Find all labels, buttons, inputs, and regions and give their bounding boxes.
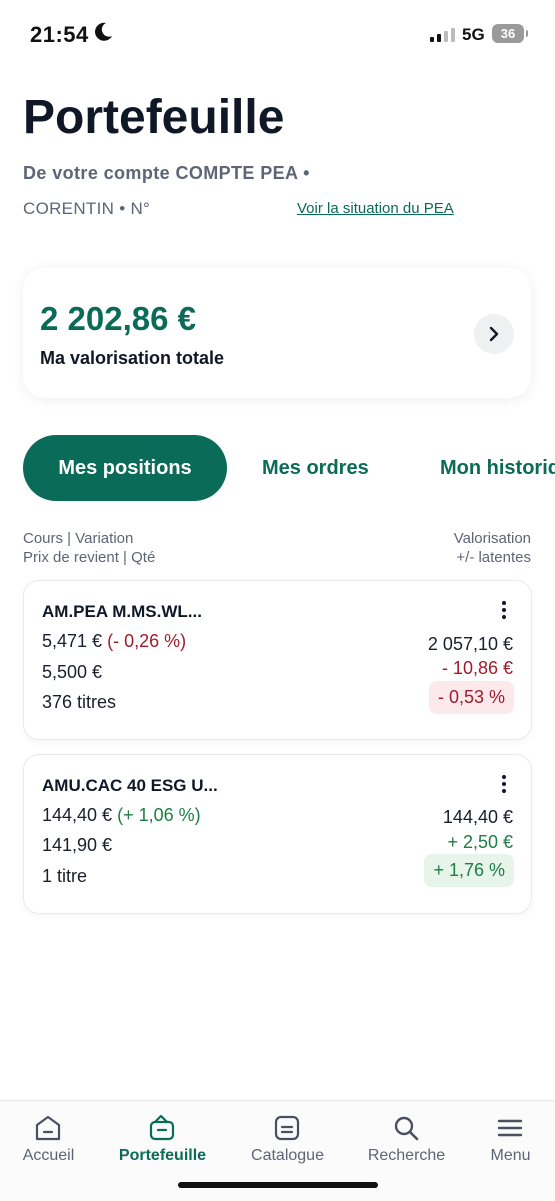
page-title: Portefeuille xyxy=(23,91,285,144)
nav-label: Menu xyxy=(490,1147,531,1164)
position-latent: - 10,86 € xyxy=(441,658,513,678)
network-label: 5G xyxy=(462,25,485,44)
position-latent: + 2,50 € xyxy=(447,832,513,852)
position-variation: (- 0,26 %) xyxy=(107,631,187,651)
total-valuation-card[interactable]: 2 202,86 € Ma valorisation totale xyxy=(23,268,531,398)
position-price-line: 5,471 € (- 0,26 %) xyxy=(42,631,186,652)
more-options-icon[interactable] xyxy=(499,601,509,623)
home-icon xyxy=(35,1115,61,1141)
status-time: 21:54 xyxy=(30,22,89,47)
position-valuation: 2 057,10 € xyxy=(427,634,513,654)
position-name: AM.PEA M.MS.WL... xyxy=(42,602,202,621)
chevron-right-icon xyxy=(489,326,499,342)
col-header-cost: Prix de revient | Qté xyxy=(23,549,156,566)
catalog-icon xyxy=(274,1115,300,1141)
position-name: AMU.CAC 40 ESG U... xyxy=(42,776,218,795)
position-qty: 376 titres xyxy=(42,692,117,712)
menu-icon xyxy=(497,1119,523,1137)
position-card[interactable]: AM.PEA M.MS.WL... 5,471 € (- 0,26 %) 5,5… xyxy=(23,580,532,740)
wallet-icon xyxy=(149,1114,175,1141)
position-latent-pct: - 0,53 % xyxy=(428,681,514,714)
signal-icon xyxy=(430,27,455,42)
battery-icon: 36 xyxy=(492,24,528,43)
tabs: Mes positions Mes ordres Mon historique xyxy=(23,435,555,501)
nav-label: Accueil xyxy=(22,1147,75,1164)
nav-menu[interactable]: Menu xyxy=(455,1101,555,1201)
tab-history[interactable]: Mon historique xyxy=(440,435,555,501)
nav-accueil[interactable]: Accueil xyxy=(0,1101,104,1201)
total-label: Ma valorisation totale xyxy=(40,348,225,368)
col-header-price: Cours | Variation xyxy=(23,530,134,547)
col-header-latent: +/- latentes xyxy=(456,549,531,566)
position-variation: (+ 1,06 %) xyxy=(117,805,201,825)
position-valuation: 144,40 € xyxy=(442,807,513,827)
column-headers-left: Cours | Variation Prix de revient | Qté xyxy=(23,529,155,567)
position-price: 5,471 € xyxy=(42,631,103,651)
position-cost: 5,500 € xyxy=(42,662,103,682)
position-card[interactable]: AMU.CAC 40 ESG U... 144,40 € (+ 1,06 %) … xyxy=(23,754,532,914)
position-qty: 1 titre xyxy=(42,866,88,886)
nav-label: Recherche xyxy=(367,1147,446,1164)
col-header-valuation: Valorisation xyxy=(453,530,531,547)
chevron-right-button[interactable] xyxy=(474,314,514,354)
tab-orders[interactable]: Mes ordres xyxy=(262,435,369,501)
more-options-icon[interactable] xyxy=(499,775,509,797)
home-indicator[interactable] xyxy=(178,1182,378,1188)
moon-icon xyxy=(95,22,112,41)
position-latent-pct: + 1,76 % xyxy=(424,854,514,887)
position-price-line: 144,40 € (+ 1,06 %) xyxy=(42,805,201,826)
nav-label: Catalogue xyxy=(251,1147,324,1164)
status-bar: 21:54 5G 36 xyxy=(0,0,555,70)
position-cost: 141,90 € xyxy=(42,835,113,855)
column-headers-right: Valorisation +/- latentes xyxy=(454,529,531,567)
nav-label: Portefeuille xyxy=(118,1147,207,1164)
pea-situation-link[interactable]: Voir la situation du PEA xyxy=(297,200,454,217)
tab-positions[interactable]: Mes positions xyxy=(23,435,227,501)
search-icon xyxy=(394,1116,419,1141)
account-subtitle: De votre compte COMPTE PEA • xyxy=(23,163,310,183)
total-value: 2 202,86 € xyxy=(40,300,196,337)
account-owner: CORENTIN • N° xyxy=(23,199,151,218)
position-price: 144,40 € xyxy=(42,805,113,825)
